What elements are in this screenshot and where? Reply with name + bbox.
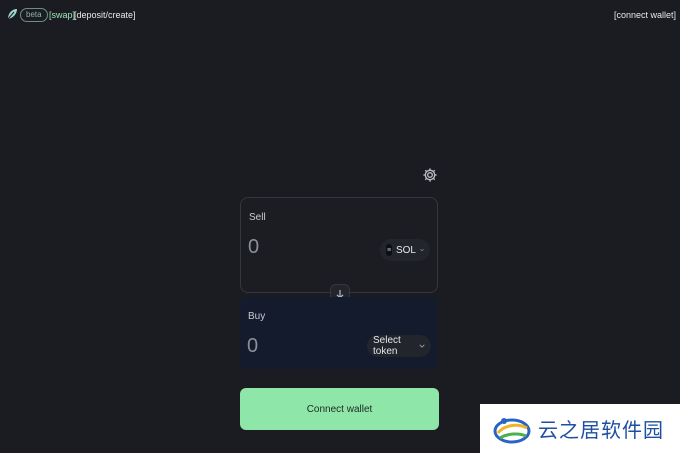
leaf-logo-icon[interactable] <box>5 7 19 21</box>
watermark: 云之居软件园 <box>480 404 680 453</box>
nav-deposit-create-link[interactable]: [deposit/create] <box>74 10 136 21</box>
sell-panel: Sell 0 ≡ SOL <box>240 197 438 293</box>
nav-swap-link[interactable]: [swap] <box>49 10 75 21</box>
chevron-down-icon <box>420 249 424 252</box>
select-token-label: Select token <box>373 335 401 357</box>
nav-connect-wallet-link[interactable]: [connect wallet] <box>614 10 676 21</box>
buy-panel: Buy 0 Select token <box>240 297 438 369</box>
sell-label: Sell <box>249 212 266 223</box>
beta-badge: beta <box>20 8 48 22</box>
connect-wallet-button[interactable]: Connect wallet <box>240 388 439 430</box>
top-nav: beta [swap] [deposit/create] [connect wa… <box>0 0 680 32</box>
buy-label: Buy <box>248 311 266 322</box>
sell-token-symbol: SOL <box>395 244 416 256</box>
sell-token-select[interactable]: ≡ SOL <box>380 239 430 261</box>
watermark-text: 云之居软件园 <box>538 418 664 442</box>
chevron-down-icon <box>419 344 425 348</box>
buy-amount-input[interactable]: 0 <box>247 335 258 358</box>
sell-amount-input[interactable]: 0 <box>248 236 259 259</box>
sol-token-icon: ≡ <box>386 244 392 256</box>
buy-token-select[interactable]: Select token <box>367 335 431 357</box>
watermark-logo-icon <box>493 417 531 443</box>
gear-icon[interactable] <box>422 167 438 183</box>
